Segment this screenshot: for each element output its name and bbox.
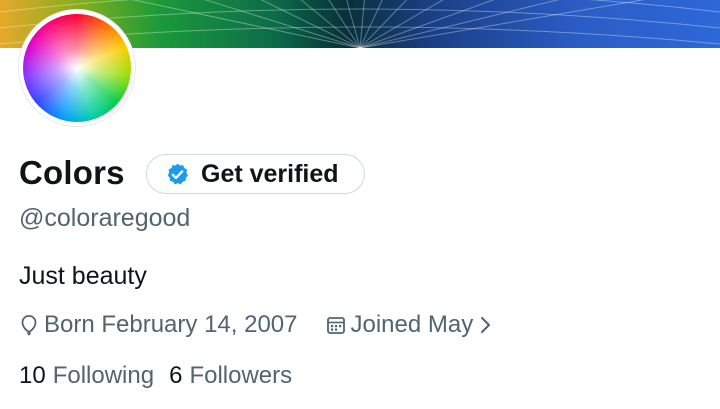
following-link[interactable]: 10 Following [19, 362, 154, 390]
get-verified-label: Get verified [201, 159, 339, 188]
birth-date: Born February 14, 2007 [19, 311, 298, 339]
birth-date-text: Born February 14, 2007 [44, 311, 298, 338]
followers-label: Followers [189, 362, 293, 389]
verified-badge-icon [167, 163, 188, 184]
profile-meta: Born February 14, 2007 Joined May [19, 311, 496, 339]
balloon-icon [21, 315, 37, 336]
followers-count: 6 [169, 362, 183, 389]
profile-bio: Just beauty [19, 262, 147, 290]
profile-handle: @coloraregood [19, 204, 191, 232]
display-name: Colors [19, 154, 125, 191]
following-count: 10 [19, 362, 46, 389]
following-label: Following [52, 362, 155, 389]
profile-avatar[interactable] [19, 10, 135, 126]
followers-link[interactable]: 6 Followers [169, 362, 292, 390]
chevron-right-icon [481, 317, 491, 333]
color-wheel-image [23, 14, 131, 122]
calendar-icon [326, 317, 345, 334]
get-verified-button[interactable]: Get verified [146, 154, 365, 194]
follow-stats: 10 Following 6 Followers [19, 362, 292, 390]
joined-date-text: Joined May [350, 311, 474, 338]
joined-date[interactable]: Joined May [326, 311, 497, 339]
